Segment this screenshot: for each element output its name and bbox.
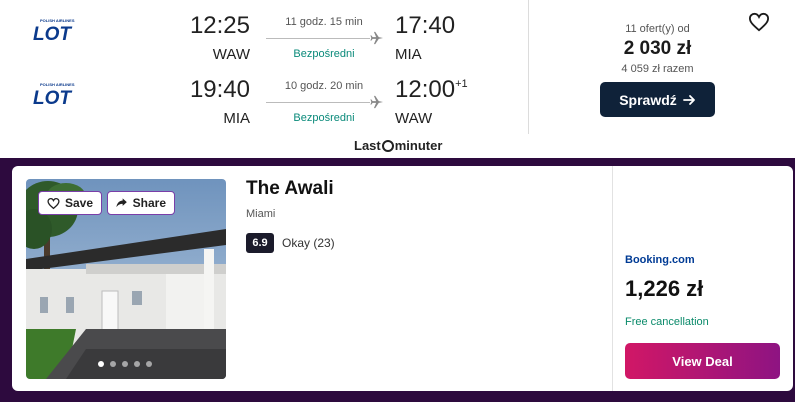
divider	[528, 0, 529, 134]
hotel-section: Save Share The Awali Miami 6.9 Okay (23)…	[0, 158, 795, 402]
departure-time: 19:40	[189, 76, 250, 103]
flight-duration: 10 godz. 20 min	[284, 80, 364, 92]
check-button-label: Sprawdź	[619, 91, 677, 108]
stops-info: Bezpośredni	[293, 48, 355, 60]
flight-result-card: POLISH AIRLINES LOT 12:25 WAW 11 godz. 1…	[0, 0, 795, 158]
heart-icon[interactable]	[748, 12, 770, 32]
free-cancellation-label: Free cancellation	[625, 316, 709, 328]
arrival-airport: MIA	[395, 46, 422, 63]
save-button[interactable]: Save	[38, 191, 102, 215]
hotel-price: 1,226 zł	[625, 276, 704, 301]
save-label: Save	[64, 196, 93, 210]
svg-text:LOT: LOT	[33, 24, 72, 44]
share-arrow-icon	[116, 198, 127, 208]
hotel-name[interactable]: The Awali	[246, 178, 334, 200]
departure-airport: WAW	[212, 46, 250, 63]
carousel-dot[interactable]	[110, 361, 116, 367]
carousel-dot[interactable]	[146, 361, 152, 367]
svg-text:POLISH AIRLINES: POLISH AIRLINES	[40, 82, 75, 87]
share-button[interactable]: Share	[107, 191, 175, 215]
route-line	[266, 102, 370, 103]
flight-price: 2 030 zł	[623, 38, 692, 59]
view-deal-button[interactable]: View Deal	[625, 343, 780, 379]
outbound-leg: POLISH AIRLINES LOT 12:25 WAW 11 godz. 1…	[0, 8, 528, 68]
carousel-dot[interactable]	[122, 361, 128, 367]
share-label: Share	[132, 196, 166, 210]
stops-info: Bezpośredni	[293, 112, 355, 124]
arrow-right-icon	[682, 94, 695, 105]
carousel-dot[interactable]	[134, 361, 140, 367]
departure-airport: MIA	[223, 110, 250, 127]
hotel-photo[interactable]: Save Share	[26, 179, 226, 379]
plane-icon	[370, 31, 384, 45]
check-button[interactable]: Sprawdź	[600, 82, 715, 117]
hotel-card[interactable]: Save Share The Awali Miami 6.9 Okay (23)…	[12, 166, 793, 391]
rating-text: Okay (23)	[282, 236, 335, 250]
carousel-dot[interactable]	[98, 361, 104, 367]
rating-badge: 6.9	[246, 233, 274, 253]
route-line	[266, 38, 370, 39]
hotel-city: Miami	[246, 208, 276, 220]
lot-airline-logo: POLISH AIRLINES LOT	[33, 18, 75, 44]
plane-icon	[370, 95, 384, 109]
offers-count: 11 ofert(y) od	[625, 23, 690, 35]
heart-icon	[47, 197, 60, 209]
departure-time: 12:25	[189, 12, 250, 39]
lastminuter-logo: Last minuter	[354, 138, 443, 153]
arrival-time: 12:00+1	[395, 76, 468, 103]
flight-price-total: 4 059 zł razem	[621, 63, 694, 75]
return-leg: POLISH AIRLINES LOT 19:40 MIA 10 godz. 2…	[0, 72, 528, 132]
lot-airline-logo: POLISH AIRLINES LOT	[33, 82, 75, 108]
svg-text:LOT: LOT	[33, 88, 72, 108]
divider	[612, 166, 613, 391]
booking-provider-logo: Booking.com	[625, 254, 695, 266]
arrival-airport: WAW	[395, 110, 433, 127]
svg-text:POLISH AIRLINES: POLISH AIRLINES	[40, 18, 75, 23]
photo-carousel-dots	[98, 361, 152, 367]
flight-duration: 11 godz. 15 min	[285, 16, 363, 28]
arrival-time: 17:40	[395, 12, 456, 39]
